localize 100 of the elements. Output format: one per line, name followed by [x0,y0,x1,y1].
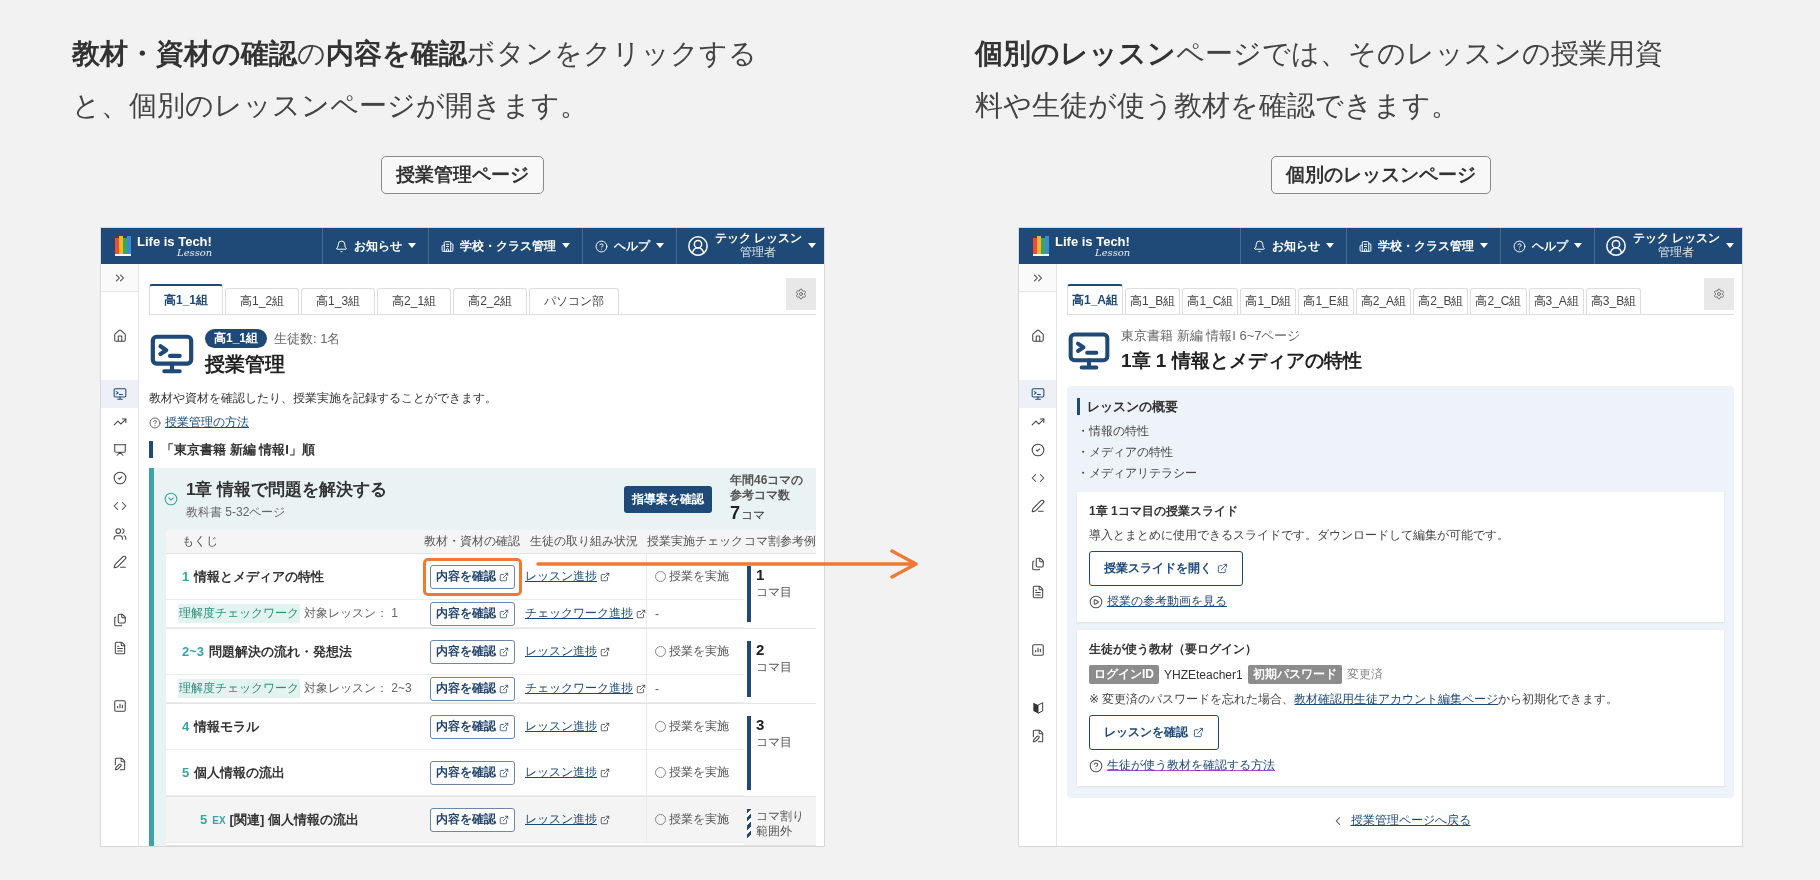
class-tab[interactable]: 高1_E組 [1298,288,1354,314]
caret-icon [1479,243,1488,249]
login-id-label: ログインID [1089,665,1159,684]
target-lesson: 対象レッスン： 2~3 [304,680,412,697]
class-badge: 高1_1組 [205,329,268,348]
nav-menu[interactable]: お知らせ [321,228,428,264]
card-description: 導入とまとめに使用できるスライドです。ダウンロードして編集が可能です。 [1089,527,1509,544]
lesson-title[interactable]: 1 情報とメディアの特性 [182,567,325,586]
class-tab[interactable]: 高3_A組 [1528,288,1584,314]
lesson-title[interactable]: 2~3 問題解決の流れ・発想法 [182,642,353,661]
card-title: 生徒が使う教材（要ログイン） [1089,641,1257,658]
bar-chart-icon [1030,643,1045,657]
nav-menu[interactable]: ヘルプ [1499,228,1594,264]
play-icon [1089,594,1103,609]
external-link-icon [1217,563,1228,574]
check-content-button[interactable]: 内容を確認 [429,760,515,785]
help-link[interactable]: 授業管理の方法 [165,414,249,431]
class-tab[interactable]: 高1_3組 [301,288,376,314]
check-content-button[interactable]: 内容を確認 [429,639,515,664]
progress-link[interactable]: レッスン進捗 [525,811,597,828]
column-header: コマ割参考例 [744,533,816,550]
hatched-bar [747,809,751,839]
password-label: 初期パスワード [1247,665,1342,684]
lesson-title[interactable]: 4 情報モラル [182,717,260,736]
progress-link[interactable]: レッスン進捗 [525,718,597,735]
pencil-icon [1030,499,1045,513]
class-tab[interactable]: 高2_C組 [1470,288,1527,314]
password-status: 変更済 [1346,666,1383,683]
nav-menu[interactable]: ヘルプ [581,228,676,264]
lesson-title[interactable]: 5 EX [関連] 個人情報の流出 [200,810,359,829]
overview-item: ・情報の特性 [1077,423,1150,440]
check-content-button[interactable]: 内容を確認 [429,714,515,739]
back-link[interactable]: 授業管理ページへ戻る [1350,812,1471,829]
external-link-icon [600,571,610,582]
external-link-icon [498,721,509,732]
avatar-icon [1604,235,1627,257]
class-tab[interactable]: パソコン部 [529,288,620,314]
class-tab[interactable]: 高1_C組 [1182,288,1239,314]
koma-unit: コマ目 [756,659,792,675]
progress-link[interactable]: レッスン進捗 [525,764,597,781]
lesson-title: 1章 1 情報とメディアの特性 [1121,349,1362,373]
nav-menu[interactable]: お知らせ [1239,228,1346,264]
check-content-button[interactable]: 内容を確認 [429,601,515,626]
check-label: - [655,606,659,621]
class-tab[interactable]: 高1_A組 [1067,284,1123,314]
nav-menu[interactable]: 学校・クラス管理 [1345,228,1500,264]
koma-bar [747,641,751,697]
bell-icon [334,239,348,253]
column-header: 教材・資材の確認 [423,533,521,550]
logo-text[interactable]: Life is Tech! [137,234,213,248]
progress-link[interactable]: レッスン進捗 [525,643,597,660]
class-tab[interactable]: 高1_D組 [1240,288,1297,314]
progress-link[interactable]: チェックワーク進捗 [525,680,633,697]
annual-note: 年間46コマの [730,473,805,488]
checkwork-tag: 理解度チェックワーク [178,604,300,623]
check-content-button[interactable]: 内容を確認 [429,676,515,701]
open-slides-button[interactable]: 授業スライドを開く [1089,551,1243,586]
help-icon [594,239,608,253]
section-heading: 「東京書籍 新編 情報I」順 [149,441,816,458]
nav-menu[interactable]: 学校・クラス管理 [427,228,582,264]
class-tab[interactable]: 高2_1組 [377,288,452,314]
teaching-plan-button[interactable]: 指導案を確認 [624,485,712,513]
account-edit-link[interactable]: 教材確認用生徒アカウント編集ページ [1294,692,1499,706]
logo-text[interactable]: Life is Tech! [1055,234,1131,248]
logo-icon [1033,236,1049,256]
lesson-title[interactable]: 5 個人情報の流出 [182,763,286,782]
check-label: 授業を実施 [669,643,729,660]
target-lesson: 対象レッスン： 1 [304,605,398,622]
help-link[interactable]: 生徒が使う教材を確認する方法 [1107,757,1275,774]
chapter-title: 1章 情報で問題を解決する [186,478,389,501]
beginner-mark-icon [1030,701,1045,715]
check-content-button[interactable]: 内容を確認 [429,807,515,832]
logo-icon [115,236,131,256]
class-tab[interactable]: 高2_B組 [1413,288,1469,314]
login-id: YHZEteacher1 [1164,667,1243,682]
class-tab[interactable]: 高1_B組 [1125,288,1181,314]
user-menu[interactable]: テック レッスン 管理者 [675,228,824,264]
help-icon [1089,758,1103,773]
class-tab[interactable]: 高1_2組 [225,288,300,314]
koma-note: 範囲外 [756,824,793,839]
class-tab[interactable]: 高2_2組 [453,288,528,314]
koma-bar [747,566,751,622]
external-link-icon [636,608,646,619]
progress-link[interactable]: チェックワーク進捗 [525,605,633,622]
lesson-subtitle: 東京書籍 新編 情報I 6~7ページ [1121,327,1302,345]
koma-count-unit: コマ [741,508,765,523]
progress-link[interactable]: レッスン進捗 [525,568,597,585]
class-tab[interactable]: 高1_1組 [149,284,224,314]
check-content-button[interactable]: 内容を確認 [429,564,515,589]
check-label: - [655,681,659,696]
class-tab[interactable]: 高2_A組 [1355,288,1412,314]
external-link-icon [498,608,509,619]
user-menu[interactable]: テック レッスン 管理者 [1593,228,1742,264]
settings-button[interactable] [786,278,816,310]
class-tab[interactable]: 高3_B組 [1585,288,1642,314]
home-icon [112,329,127,343]
check-lesson-button[interactable]: レッスンを確認 [1089,715,1219,750]
caret-icon [1573,243,1582,249]
screen-label: 個別のレッスンページ [1270,156,1491,194]
settings-button[interactable] [1704,278,1734,310]
